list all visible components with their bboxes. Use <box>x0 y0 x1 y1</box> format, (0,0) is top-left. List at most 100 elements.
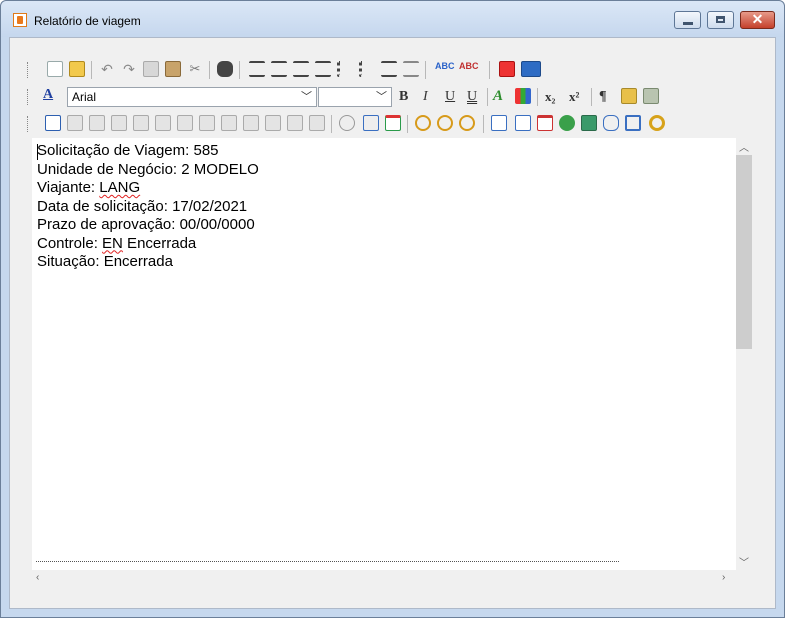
font-name-select[interactable]: Arial ﹀ <box>67 87 317 107</box>
undo-icon[interactable]: ↶ <box>99 61 115 77</box>
doc-line-controle: Controle: EN Encerrada <box>37 235 259 254</box>
pdf-export-icon[interactable] <box>499 61 515 77</box>
insert-column-icon[interactable] <box>89 115 105 131</box>
bullet-list-icon[interactable] <box>337 61 353 77</box>
delete-row-icon[interactable] <box>111 115 127 131</box>
close-button[interactable]: ✕ <box>740 11 775 29</box>
double-underline-button[interactable]: U <box>467 88 477 106</box>
toolbar-separator <box>425 61 426 79</box>
text-editor[interactable]: Solicitação de Viagem: 585 Unidade de Ne… <box>32 138 752 570</box>
vertical-scroll-thumb[interactable] <box>736 155 752 349</box>
edit-properties-icon[interactable] <box>621 88 637 104</box>
font-size-select[interactable]: ﹀ <box>318 87 392 107</box>
align-right-icon[interactable] <box>315 61 331 77</box>
new-document-icon[interactable] <box>47 61 63 77</box>
chevron-down-icon: ﹀ <box>301 91 312 103</box>
insert-textbox-icon[interactable] <box>625 115 641 131</box>
find-icon[interactable] <box>217 61 233 77</box>
insert-page-count-icon[interactable] <box>515 115 531 131</box>
insert-date-icon[interactable] <box>537 115 553 131</box>
spellcheck-icon[interactable]: ABC <box>435 61 457 77</box>
header-footer-icon[interactable] <box>385 115 401 131</box>
window-title: Relatório de viagem <box>34 14 141 28</box>
chevron-down-icon: ﹀ <box>376 91 387 103</box>
toolbar-separator <box>407 115 408 133</box>
cell-borders-icon[interactable] <box>287 115 303 131</box>
font-name-value: Arial <box>72 90 97 104</box>
copy-icon[interactable] <box>143 61 159 77</box>
zoom-out-icon[interactable] <box>459 115 475 131</box>
toolbar-table-insert <box>27 113 707 135</box>
table-properties-icon[interactable] <box>265 115 281 131</box>
subscript-button[interactable]: x₂ <box>545 88 555 106</box>
doc-line: Unidade de Negócio: 2 MODELO <box>37 160 259 178</box>
page-setup-icon[interactable] <box>339 115 355 131</box>
select-row-icon[interactable] <box>221 115 237 131</box>
scroll-right-icon[interactable]: › <box>722 572 725 583</box>
underline-button[interactable]: U <box>445 88 455 106</box>
superscript-button[interactable]: x² <box>569 88 579 106</box>
bold-button[interactable]: B <box>399 88 408 106</box>
insert-table-icon[interactable] <box>45 115 61 131</box>
insert-link-chain-icon[interactable] <box>649 115 665 131</box>
toolbar-separator <box>487 88 488 106</box>
delete-column-icon[interactable] <box>133 115 149 131</box>
doc-value: Encerrada <box>122 234 197 252</box>
select-cell-icon[interactable] <box>199 115 215 131</box>
toolbar-separator <box>591 88 592 106</box>
doc-line: Situação: Encerrada <box>37 253 173 270</box>
maximize-icon <box>716 16 725 23</box>
font-dialog-icon[interactable]: A <box>43 88 59 104</box>
color-palette-icon[interactable] <box>515 88 531 104</box>
document-content[interactable]: Solicitação de Viagem: 585 Unidade de Ne… <box>37 142 259 272</box>
select-column-icon[interactable] <box>243 115 259 131</box>
toolbar-separator <box>239 61 240 79</box>
table-grid-icon[interactable] <box>309 115 325 131</box>
insert-row-icon[interactable] <box>67 115 83 131</box>
outdent-icon[interactable] <box>403 61 419 77</box>
text-color-icon[interactable]: A <box>493 88 509 104</box>
align-left-icon[interactable] <box>271 61 287 77</box>
paragraph-marks-button[interactable]: ¶ <box>599 88 607 106</box>
title-bar[interactable]: Relatório de viagem ✕ <box>1 1 784 37</box>
minimize-button[interactable] <box>674 11 701 29</box>
vertical-scrollbar[interactable]: ︿ ﹀ <box>736 138 752 570</box>
insert-shape-icon[interactable] <box>603 115 619 131</box>
toolbar-separator <box>537 88 538 106</box>
indent-icon[interactable] <box>381 61 397 77</box>
numbered-list-icon[interactable] <box>359 61 375 77</box>
toolbar-grip[interactable] <box>27 116 31 132</box>
paste-icon[interactable] <box>165 61 181 77</box>
zoom-icon[interactable] <box>415 115 431 131</box>
spellcheck-auto-icon[interactable]: ABC <box>459 61 481 77</box>
doc-line: Data de solicitação: 17/02/2021 <box>37 197 248 215</box>
toolbar-separator <box>209 61 210 79</box>
horizontal-scrollbar[interactable]: ‹ › <box>32 570 736 587</box>
split-cells-icon[interactable] <box>177 115 193 131</box>
align-center-icon[interactable] <box>293 61 309 77</box>
zoom-in-icon[interactable] <box>437 115 453 131</box>
doc-line: Solicitação de Viagem: 585 <box>37 142 219 159</box>
insert-page-number-icon[interactable] <box>491 115 507 131</box>
html-export-icon[interactable] <box>521 61 541 77</box>
cut-icon[interactable]: ✂ <box>187 61 203 77</box>
open-folder-icon[interactable] <box>69 61 85 77</box>
insert-image-icon[interactable] <box>581 115 597 131</box>
italic-button[interactable]: I <box>423 88 428 106</box>
toolbar-grip[interactable] <box>27 89 31 105</box>
doc-label: Viajante: <box>37 179 100 196</box>
align-justify-icon[interactable] <box>249 61 265 77</box>
toolbar-file-edit: ↶ ↷ ✂ ABC ABC <box>27 59 555 81</box>
page-margins-icon[interactable] <box>363 115 379 131</box>
scroll-down-icon[interactable]: ﹀ <box>739 554 749 569</box>
merge-cells-icon[interactable] <box>155 115 171 131</box>
redo-icon[interactable]: ↷ <box>121 61 137 77</box>
toolbar-grip[interactable] <box>27 62 31 78</box>
misspelled-word: LANG <box>99 179 141 196</box>
insert-hyperlink-icon[interactable] <box>559 115 575 131</box>
scroll-left-icon[interactable]: ‹ <box>36 572 39 583</box>
scroll-up-icon[interactable]: ︿ <box>739 139 749 154</box>
doc-line: Prazo de aprovação: 00/00/0000 <box>37 216 255 233</box>
insert-object-icon[interactable] <box>643 88 659 104</box>
maximize-button[interactable] <box>707 11 734 29</box>
